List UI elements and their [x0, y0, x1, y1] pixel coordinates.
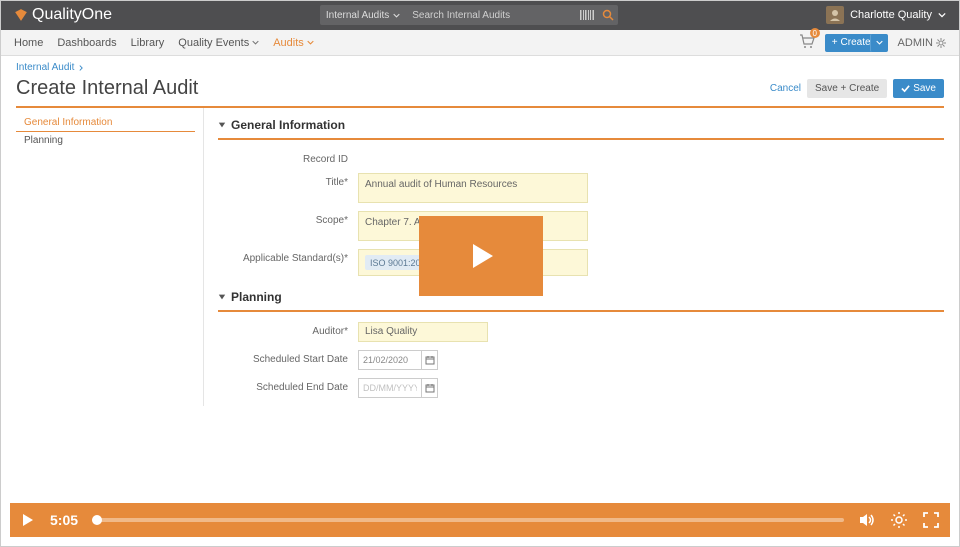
scheduled-end-date-input[interactable] [359, 383, 421, 393]
label-scheduled-end: Scheduled End Date [218, 378, 358, 393]
video-settings-button[interactable] [890, 511, 908, 529]
video-time: 5:05 [50, 512, 78, 528]
search-wrap: Internal Audits [320, 5, 618, 25]
chevron-down-icon [876, 39, 883, 46]
sidebar-item-general-info[interactable]: General Information [16, 114, 195, 132]
chevron-down-icon [252, 39, 259, 46]
cart-icon[interactable]: 0 [799, 33, 815, 52]
chevron-right-icon [78, 65, 84, 71]
content: General Information Record ID Title* Ann… [204, 108, 944, 406]
cart-count: 0 [810, 28, 820, 38]
brand: QualityOne [14, 6, 112, 24]
triangle-down-icon [218, 121, 226, 129]
video-fullscreen-button[interactable] [922, 511, 940, 529]
save-button[interactable]: Save [893, 79, 944, 98]
nav-library[interactable]: Library [131, 37, 165, 49]
brand-logo-icon [14, 8, 28, 22]
page-header: Internal Audit Create Internal Audit Can… [0, 56, 960, 100]
video-play-pause-button[interactable] [20, 512, 36, 528]
nav-home[interactable]: Home [14, 37, 43, 49]
label-scheduled-start: Scheduled Start Date [218, 350, 358, 365]
nav-dashboards[interactable]: Dashboards [57, 37, 116, 49]
section-divider [218, 138, 944, 140]
search-scope-dropdown[interactable]: Internal Audits [320, 5, 406, 25]
plus-icon: + [832, 37, 838, 48]
sidebar-item-planning[interactable]: Planning [16, 132, 195, 149]
label-auditor: Auditor* [218, 322, 358, 337]
user-menu[interactable]: Charlotte Quality [826, 6, 946, 24]
video-scrubber[interactable] [92, 518, 844, 522]
nav-bar: Home Dashboards Library Quality Events A… [0, 30, 960, 56]
barcode-icon[interactable] [576, 5, 598, 25]
search-scope-label: Internal Audits [326, 10, 389, 21]
scheduled-start-date-input[interactable] [359, 355, 421, 365]
top-center: Internal Audits [112, 5, 826, 25]
video-controls: 5:05 [10, 503, 950, 537]
scheduled-start-date-field[interactable] [358, 350, 438, 370]
user-name: Charlotte Quality [850, 9, 932, 21]
brand-name: QualityOne [32, 6, 112, 24]
video-play-button[interactable] [419, 216, 543, 296]
auditor-field[interactable]: Lisa Quality [358, 322, 488, 342]
sidebar: General Information Planning [16, 108, 204, 406]
label-record-id: Record ID [218, 150, 358, 165]
chevron-down-icon [938, 11, 946, 19]
label-scope: Scope* [218, 211, 358, 226]
scrubber-thumb[interactable] [92, 515, 102, 525]
calendar-icon[interactable] [421, 379, 437, 397]
save-create-button[interactable]: Save + Create [807, 79, 887, 98]
nav-audits[interactable]: Audits [273, 37, 314, 49]
admin-link[interactable]: ADMIN [898, 37, 946, 49]
check-icon [901, 84, 910, 93]
scheduled-end-date-field[interactable] [358, 378, 438, 398]
chevron-down-icon [393, 12, 400, 19]
page-title: Create Internal Audit [16, 77, 198, 100]
title-field[interactable]: Annual audit of Human Resources [358, 173, 588, 203]
triangle-down-icon [218, 293, 226, 301]
calendar-icon[interactable] [421, 351, 437, 369]
breadcrumb[interactable]: Internal Audit [16, 62, 944, 73]
nav-quality-events[interactable]: Quality Events [178, 37, 259, 49]
chevron-down-icon [307, 39, 314, 46]
create-dropdown[interactable] [870, 34, 888, 52]
play-icon [461, 236, 501, 276]
search-input[interactable] [406, 5, 576, 25]
video-volume-button[interactable] [858, 511, 876, 529]
cancel-button[interactable]: Cancel [770, 83, 801, 94]
avatar [826, 6, 844, 24]
label-title: Title* [218, 173, 358, 188]
label-applicable-standard: Applicable Standard(s)* [218, 249, 358, 264]
gear-icon [936, 38, 946, 48]
section-header-general[interactable]: General Information [218, 118, 944, 132]
search-icon[interactable] [598, 5, 618, 25]
section-header-planning[interactable]: Planning [218, 290, 944, 304]
section-divider [218, 310, 944, 312]
top-bar: QualityOne Internal Audits Charlotte Qua… [0, 0, 960, 30]
